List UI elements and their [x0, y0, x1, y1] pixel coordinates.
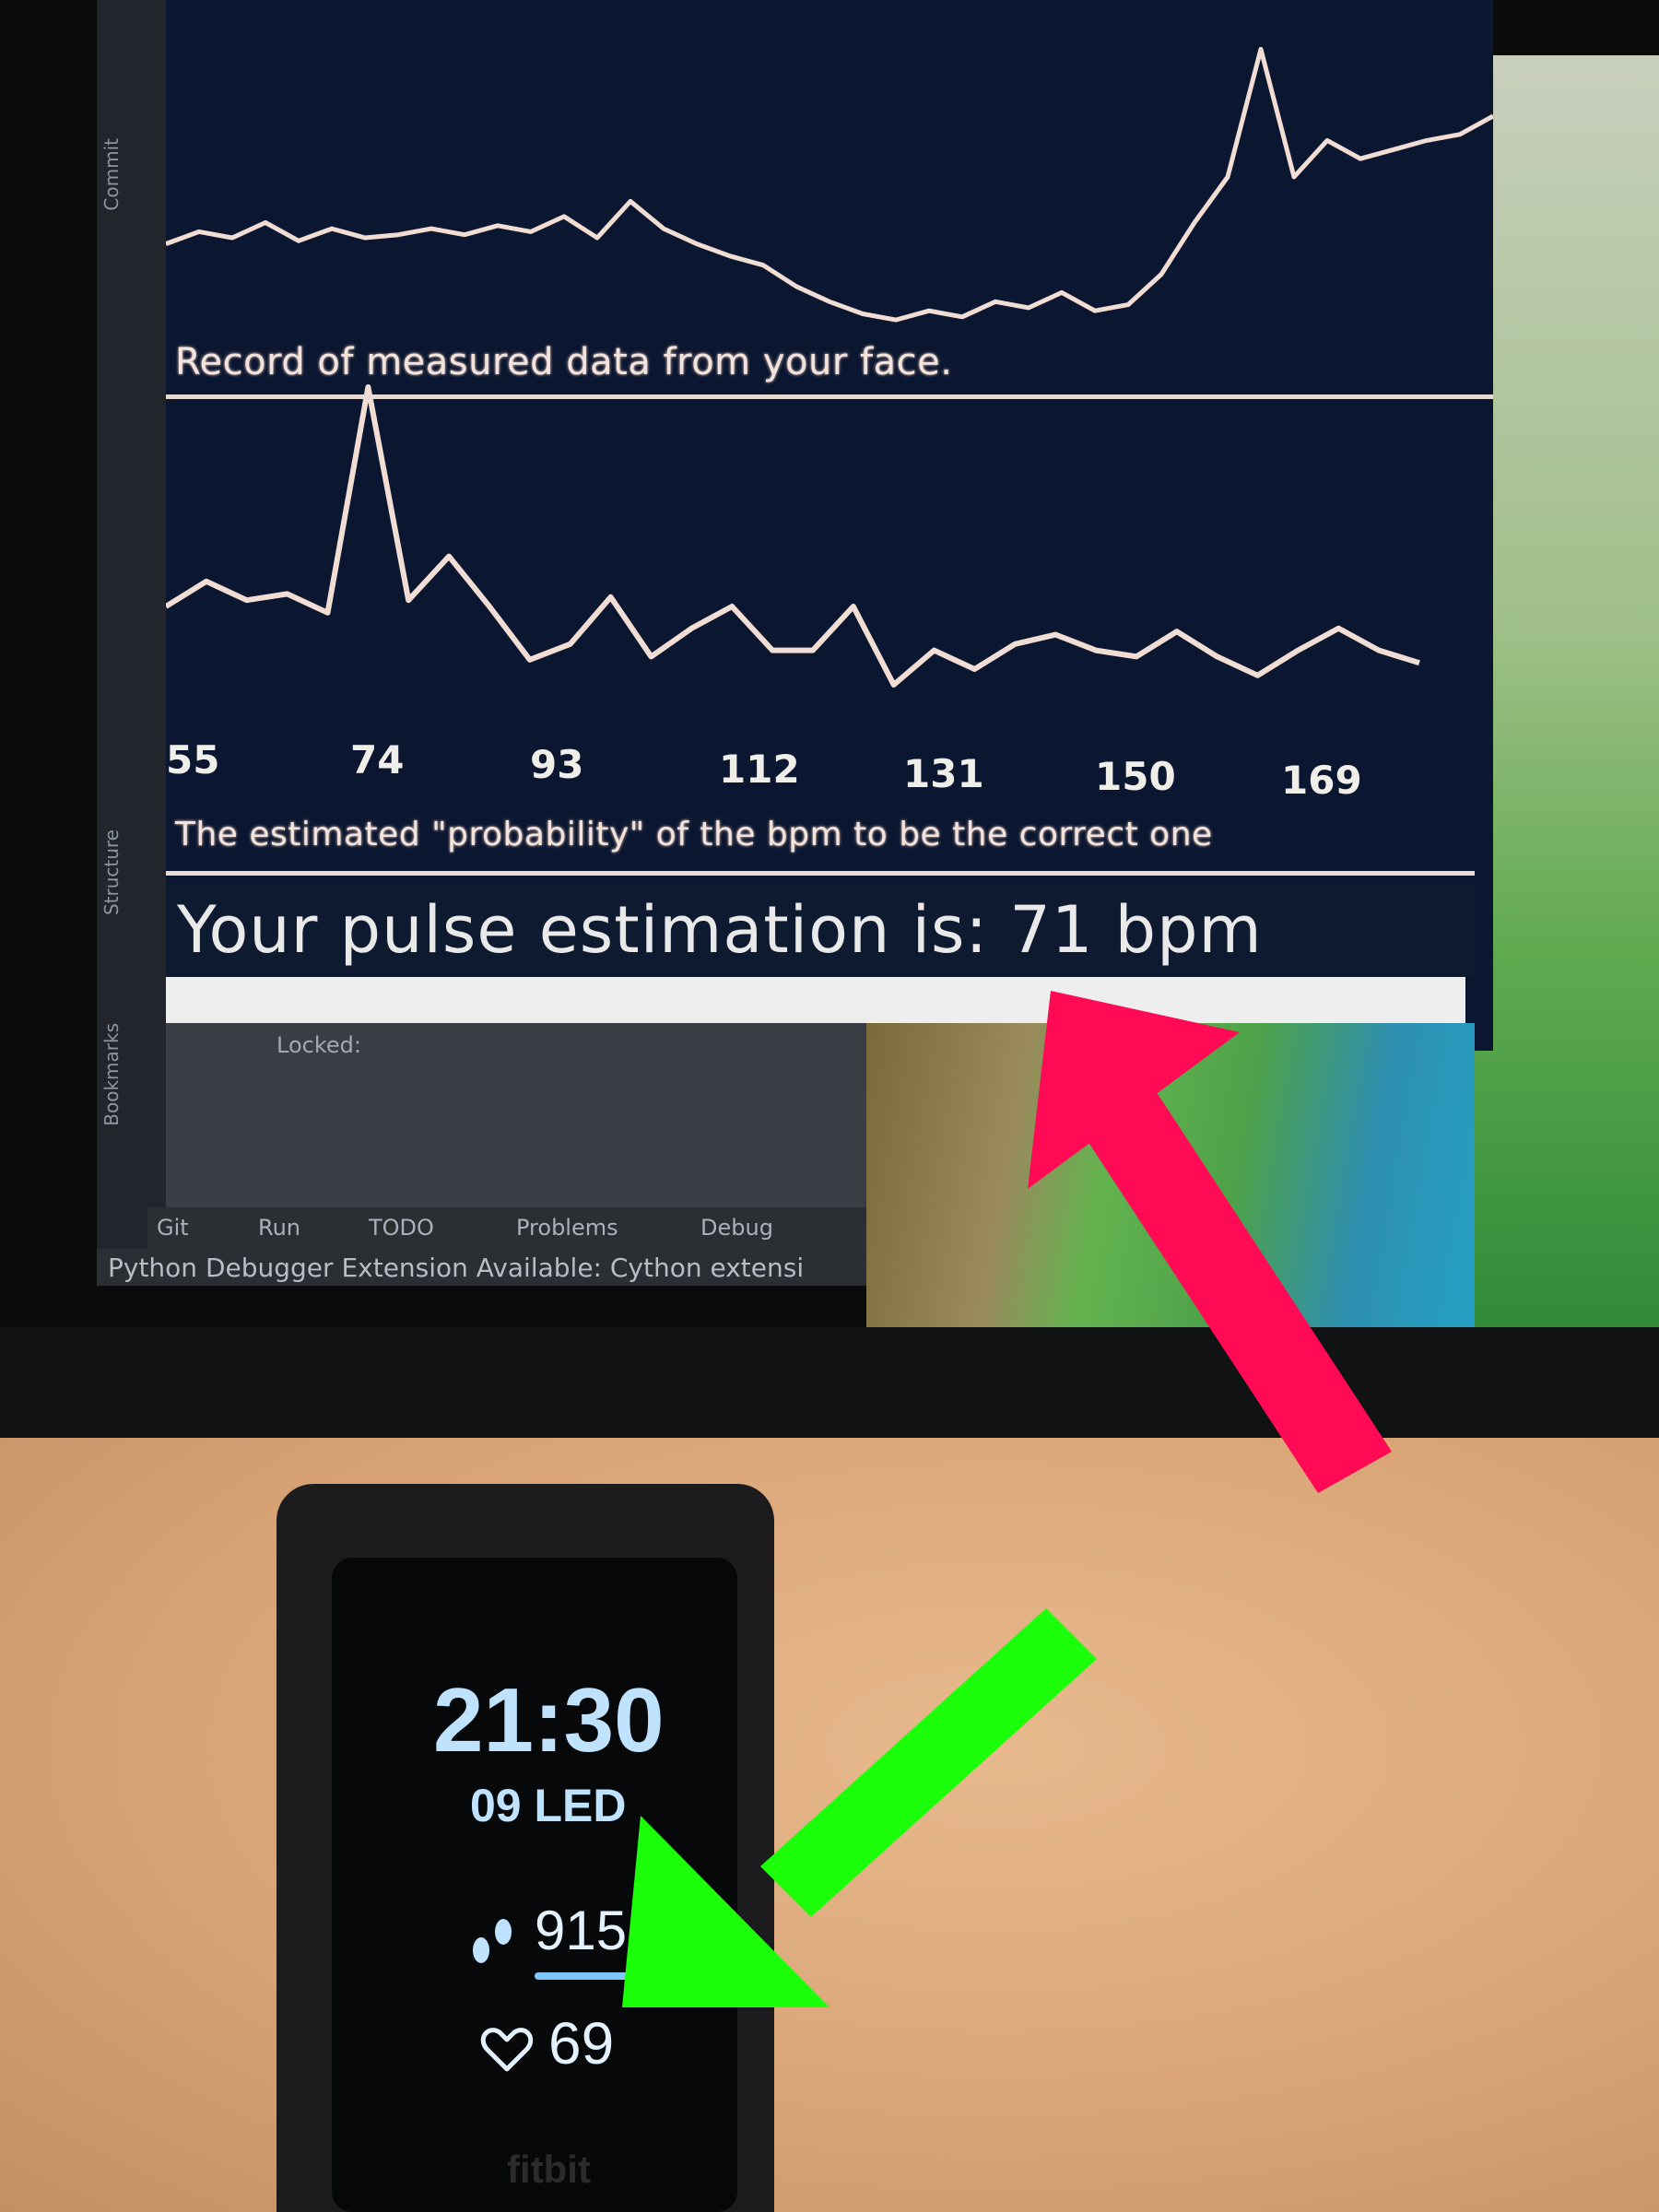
- status-text: Python Debugger Extension Available: Cyt…: [108, 1253, 805, 1283]
- bpm-tick-label: 112: [719, 747, 800, 792]
- bpm-tick-label: 131: [903, 751, 984, 796]
- steps-progress-underline: [535, 1972, 636, 1980]
- fitbit-screen: 21:30 09 LED 915 69 fitbit: [332, 1558, 737, 2212]
- tab-run[interactable]: Run: [258, 1215, 300, 1241]
- record-caption: Record of measured data from your face.: [175, 341, 953, 383]
- footsteps-icon: [473, 1919, 512, 1963]
- background-scenery: [1475, 55, 1659, 1336]
- result-bar: Your pulse estimation is: 71 bpm: [166, 885, 1475, 977]
- tab-todo[interactable]: TODO: [369, 1215, 434, 1241]
- sidebar-tab-bookmarks[interactable]: Bookmarks: [100, 1023, 123, 1126]
- locked-label: Locked:: [276, 1032, 361, 1058]
- forearm: [0, 1438, 1659, 2212]
- sidebar-tab-structure[interactable]: Structure: [100, 830, 123, 915]
- tab-debug[interactable]: Debug: [700, 1215, 773, 1241]
- tab-git[interactable]: Git: [157, 1215, 189, 1241]
- tab-problems[interactable]: Problems: [516, 1215, 618, 1241]
- record-signal-line: [166, 46, 1493, 323]
- fitbit-logo: fitbit: [507, 2147, 591, 2191]
- watch-time: 21:30: [433, 1669, 665, 1771]
- bpm-tick-label: 74: [350, 737, 405, 782]
- bpm-tick-label: 150: [1095, 754, 1176, 799]
- probability-divider: [166, 871, 1475, 876]
- record-divider: [166, 394, 1493, 399]
- heart-icon: [480, 2028, 534, 2072]
- watch-date: 09 LED: [470, 1780, 627, 1831]
- bpm-tick-label: 93: [530, 742, 584, 787]
- debug-panel: Locked:: [166, 1023, 866, 1226]
- probability-caption: The estimated "probability" of the bpm t…: [175, 816, 1213, 853]
- pulse-result-text: Your pulse estimation is: 71 bpm: [177, 892, 1263, 968]
- probability-curve-line: [166, 384, 1420, 688]
- watch-steps: 915: [535, 1900, 628, 1961]
- bpm-tick-label: 55: [166, 737, 220, 782]
- ide-sidebar: Commit Structure Bookmarks: [97, 0, 166, 1281]
- watch-heart-rate: 69: [548, 2010, 615, 2077]
- camera-view: [866, 1023, 1475, 1327]
- sidebar-tab-commit[interactable]: Commit: [100, 138, 123, 211]
- bpm-tick-label: 169: [1281, 758, 1362, 803]
- tool-window-tabs: Git Run TODO Problems Debug: [147, 1207, 885, 1249]
